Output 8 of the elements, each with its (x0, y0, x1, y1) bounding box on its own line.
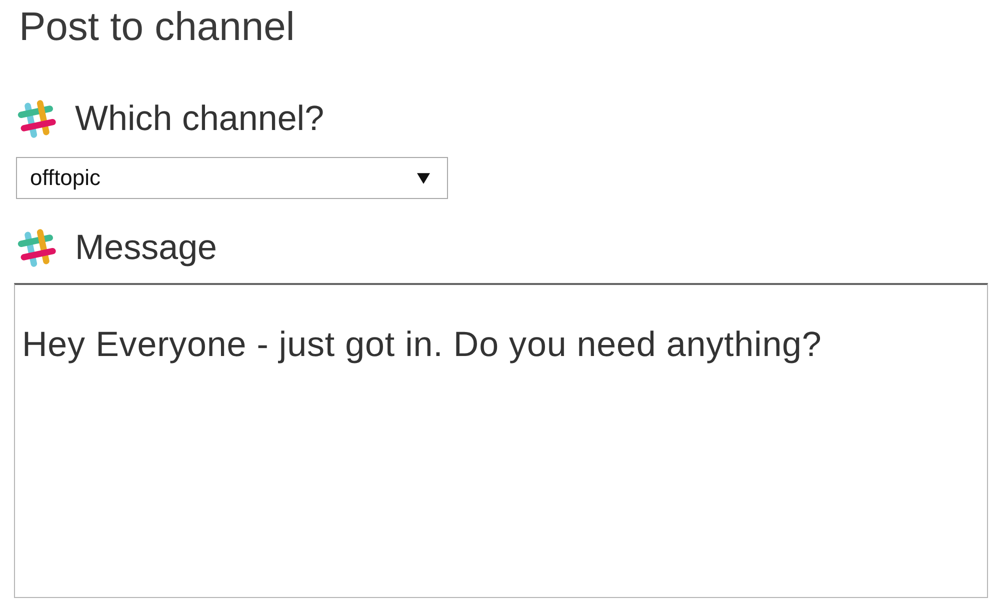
field-label: Message (75, 227, 218, 269)
channel-select[interactable]: offtopic (16, 157, 448, 199)
form-title: Post to channel (19, 4, 295, 50)
hash-icon (16, 98, 58, 140)
message-field[interactable]: Hey Everyone - just got in. Do you need anything? (14, 283, 988, 598)
caret-icon (417, 172, 430, 184)
hash-icon (16, 227, 58, 269)
field-label: Which channel? (75, 98, 324, 140)
